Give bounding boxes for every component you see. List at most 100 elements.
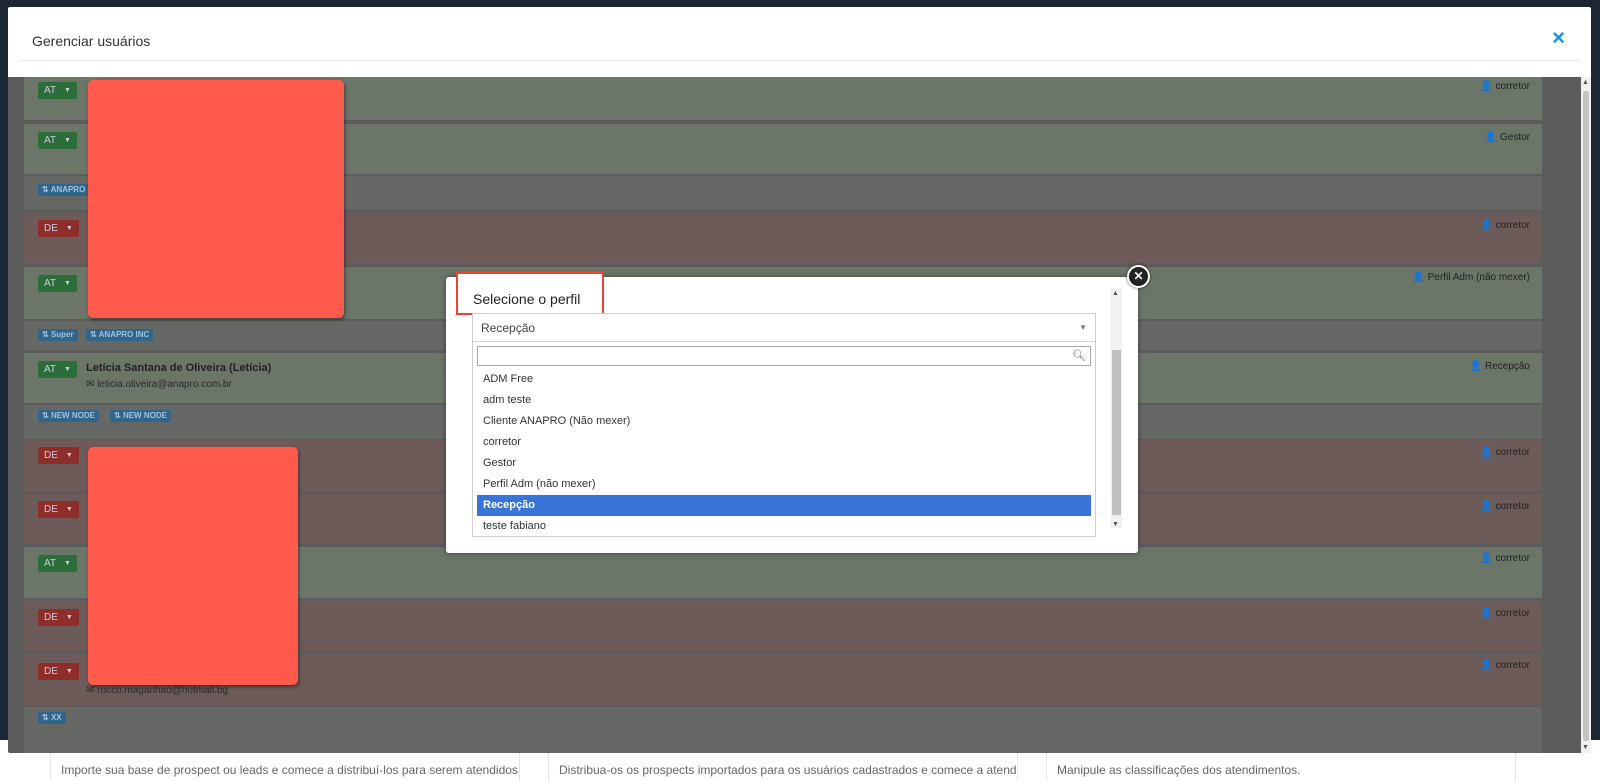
status-dropdown[interactable]: AT ▼ <box>38 132 77 149</box>
option-corretor[interactable]: corretor <box>477 432 1091 453</box>
status-dropdown[interactable]: DE ▼ <box>38 220 79 237</box>
scroll-down-icon[interactable]: ▼ <box>1112 521 1119 528</box>
background-card-text: Manipule as classificações dos atendimen… <box>1057 763 1301 777</box>
status-dropdown[interactable]: DE ▼ <box>38 447 79 464</box>
user-name: Letícia Santana de Oliveira (Letícia) <box>86 362 272 374</box>
role-label: Gestor <box>1499 132 1530 143</box>
list-scrollbar[interactable]: ▲ ▼ <box>1581 77 1591 753</box>
role-label: Perfil Adm (não mexer) <box>1427 272 1530 283</box>
role-label: corretor <box>1495 501 1530 512</box>
status-dropdown[interactable]: AT ▼ <box>38 82 77 99</box>
tag-label: Super <box>50 330 74 339</box>
search-input[interactable] <box>478 347 1058 365</box>
caret-down-icon: ▼ <box>64 560 71 567</box>
status-label: AT <box>44 135 57 147</box>
group-tag: ⇅ NEW NODE <box>110 410 171 422</box>
status-label: DE <box>44 504 58 516</box>
status-dropdown[interactable]: AT ▼ <box>38 275 77 292</box>
status-label: AT <box>44 278 57 290</box>
status-label: AT <box>44 558 57 570</box>
caret-down-icon: ▼ <box>65 225 73 232</box>
email-text: leticia.oliveira@anapro.com.br <box>97 379 232 390</box>
caret-down-icon: ▼ <box>65 614 73 621</box>
tag-label: NEW NODE <box>50 411 95 420</box>
role-label: corretor <box>1495 660 1530 671</box>
caret-down-icon: ▼ <box>64 137 71 144</box>
tag-label: ANAPRO <box>50 185 86 194</box>
close-icon[interactable]: ✕ <box>1127 265 1150 288</box>
scroll-up-icon[interactable]: ▲ <box>1112 290 1119 297</box>
user-icon: 👤 <box>1484 132 1497 143</box>
option-adm-free[interactable]: ADM Free <box>477 369 1091 390</box>
background-card-text: Distribua-os os prospects importados par… <box>559 763 1018 777</box>
profile-picker-dialog: Selecione o perfil Recepção ▼ 🔍︎ ADM Fre… <box>446 272 1138 553</box>
status-dropdown[interactable]: DE ▼ <box>38 501 79 518</box>
role-label: corretor <box>1495 608 1530 619</box>
option-perfil-adm[interactable]: Perfil Adm (não mexer) <box>477 474 1091 495</box>
user-icon: 👤 <box>1412 272 1425 283</box>
search-icon: 🔍︎ <box>1072 350 1086 362</box>
redaction-box <box>88 80 344 318</box>
close-icon[interactable]: × <box>1552 27 1565 49</box>
user-icon: 👤 <box>1480 220 1493 231</box>
picker-title: Selecione o perfil <box>456 272 604 315</box>
profile-dropdown: 🔍︎ ADM Free adm teste Cliente ANAPRO (Nã… <box>472 341 1096 537</box>
user-email: ✉ rocco.maganhao@hotmail.bg <box>86 685 228 696</box>
user-icon: 👤 <box>1480 553 1493 564</box>
status-label: AT <box>44 85 57 97</box>
group-tag: ⇅ Super <box>38 329 78 341</box>
user-icon: 👤 <box>1480 447 1493 458</box>
user-email: ✉ leticia.oliveira@anapro.com.br <box>86 379 232 390</box>
role-label: corretor <box>1495 81 1530 92</box>
role-label: corretor <box>1495 553 1530 564</box>
option-adm-teste[interactable]: adm teste <box>477 390 1091 411</box>
envelope-icon: ✉ <box>86 379 98 390</box>
caret-down-icon: ▼ <box>65 668 73 675</box>
user-role: 👤 corretor <box>1480 660 1530 671</box>
profile-select[interactable]: Recepção ▼ <box>472 313 1096 341</box>
user-icon: 👤 <box>1480 608 1493 619</box>
option-recepcao[interactable]: Recepção <box>477 495 1091 516</box>
group-tag: ⇅ ANAPRO INC <box>86 329 154 341</box>
tag-label: XX <box>50 713 62 722</box>
user-role: 👤 Gestor <box>1485 132 1530 143</box>
option-teste-fabiano[interactable]: teste fabiano <box>477 516 1091 537</box>
user-role: 👤 corretor <box>1480 608 1530 619</box>
status-dropdown[interactable]: DE ▼ <box>38 609 79 626</box>
caret-down-icon: ▼ <box>64 280 71 287</box>
status-dropdown[interactable]: DE ▼ <box>38 663 79 680</box>
background-card-text: Importe sua base de prospect ou leads e … <box>61 763 518 777</box>
status-label: DE <box>44 612 58 624</box>
selected-value: Recepção <box>481 321 536 335</box>
chevron-down-icon[interactable]: ▼ <box>1079 323 1087 332</box>
user-role: 👤 corretor <box>1480 81 1530 92</box>
user-role: 👤 corretor <box>1480 501 1530 512</box>
picker-scrollbar[interactable]: ▲ ▼ <box>1111 288 1122 528</box>
status-label: DE <box>44 666 58 678</box>
envelope-icon: ✉ <box>86 685 98 696</box>
caret-down-icon: ▼ <box>64 87 71 94</box>
user-icon: 👤 <box>1469 361 1482 372</box>
status-dropdown[interactable]: AT ▼ <box>38 361 77 378</box>
search-field[interactable]: 🔍︎ <box>477 346 1091 366</box>
scroll-thumb[interactable] <box>1583 91 1589 741</box>
redaction-box <box>88 447 298 685</box>
user-icon: 👤 <box>1480 660 1493 671</box>
user-role: 👤 corretor <box>1480 553 1530 564</box>
options-list: ADM Free adm teste Cliente ANAPRO (Não m… <box>477 369 1091 537</box>
option-cliente-anapro[interactable]: Cliente ANAPRO (Não mexer) <box>477 411 1091 432</box>
group-tag: ⇅ XX <box>38 712 66 724</box>
header-divider <box>20 60 1579 61</box>
scroll-thumb[interactable] <box>1112 350 1121 515</box>
user-icon: 👤 <box>1480 501 1493 512</box>
role-label: corretor <box>1495 220 1530 231</box>
group-tag: ⇅ NEW NODE <box>38 410 99 422</box>
caret-down-icon: ▼ <box>65 452 73 459</box>
user-icon: 👤 <box>1480 81 1493 92</box>
scroll-down-icon[interactable]: ▼ <box>1582 744 1589 751</box>
modal-title: Gerenciar usuários <box>32 33 151 49</box>
option-gestor[interactable]: Gestor <box>477 453 1091 474</box>
tag-label: NEW NODE <box>122 411 167 420</box>
status-dropdown[interactable]: AT ▼ <box>38 555 77 572</box>
scroll-up-icon[interactable]: ▲ <box>1582 79 1589 86</box>
